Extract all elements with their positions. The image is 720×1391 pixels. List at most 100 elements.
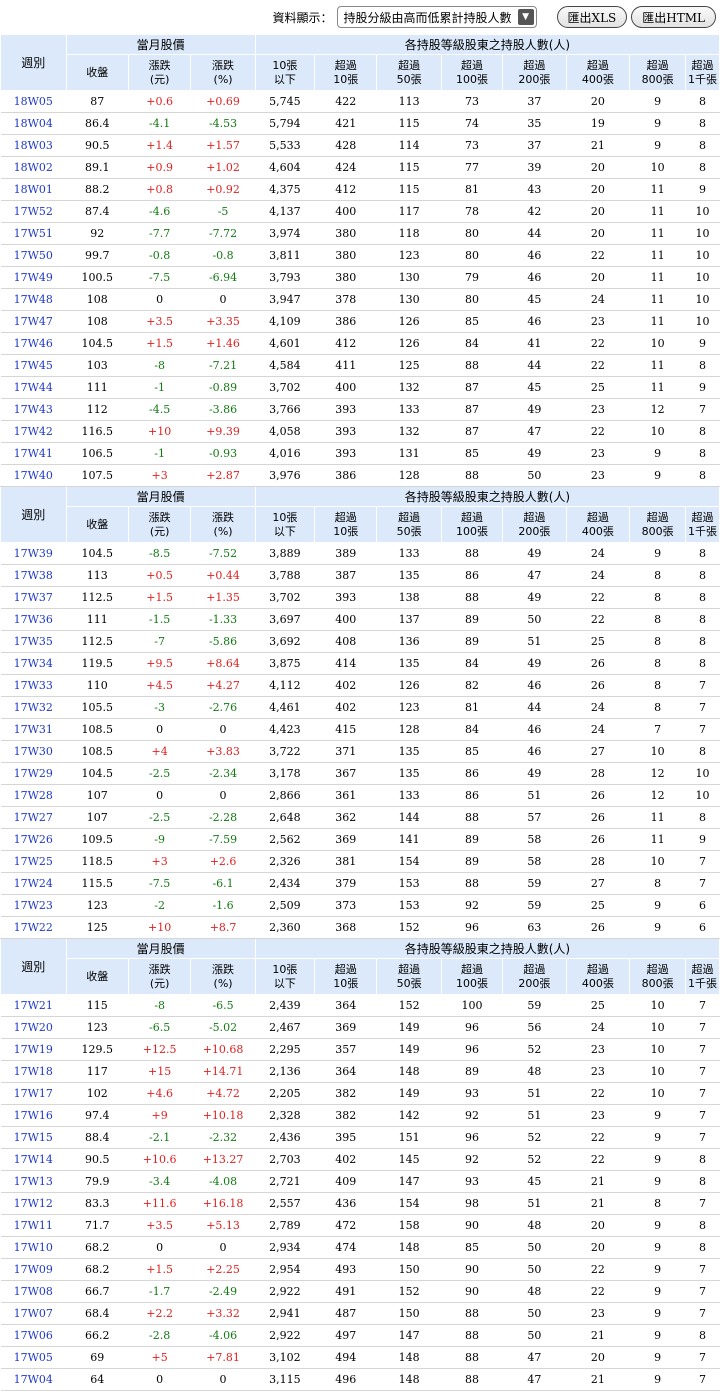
week-link-text[interactable]: 17W35 bbox=[14, 635, 53, 648]
week-link[interactable]: 17W06 bbox=[0, 1324, 67, 1347]
week-link[interactable]: 17W28 bbox=[0, 784, 67, 807]
week-link[interactable]: 17W45 bbox=[0, 354, 67, 377]
week-link-text[interactable]: 17W21 bbox=[14, 999, 53, 1012]
week-link-text[interactable]: 17W20 bbox=[14, 1021, 53, 1034]
week-link[interactable]: 17W38 bbox=[0, 564, 67, 587]
week-link-text[interactable]: 17W17 bbox=[14, 1087, 53, 1100]
week-link-text[interactable]: 17W16 bbox=[14, 1109, 53, 1122]
week-link-text[interactable]: 17W14 bbox=[14, 1153, 53, 1166]
week-link[interactable]: 17W32 bbox=[0, 696, 67, 719]
week-link-text[interactable]: 17W50 bbox=[14, 249, 53, 262]
week-link[interactable]: 18W03 bbox=[0, 134, 67, 157]
week-link[interactable]: 17W21 bbox=[0, 994, 67, 1017]
week-link[interactable]: 17W48 bbox=[0, 288, 67, 311]
week-link-text[interactable]: 18W04 bbox=[14, 117, 53, 130]
week-link-text[interactable]: 17W39 bbox=[14, 547, 53, 560]
week-link-text[interactable]: 17W44 bbox=[14, 381, 53, 394]
week-link[interactable]: 17W49 bbox=[0, 266, 67, 289]
week-link-text[interactable]: 17W13 bbox=[14, 1175, 53, 1188]
week-link-text[interactable]: 17W11 bbox=[14, 1219, 53, 1232]
week-link-text[interactable]: 17W41 bbox=[14, 447, 53, 460]
week-link[interactable]: 17W43 bbox=[0, 398, 67, 421]
week-link-text[interactable]: 17W42 bbox=[14, 425, 53, 438]
week-link-text[interactable]: 17W36 bbox=[14, 613, 53, 626]
week-link-text[interactable]: 17W43 bbox=[14, 403, 53, 416]
week-link[interactable]: 17W09 bbox=[0, 1258, 67, 1281]
week-link[interactable]: 18W02 bbox=[0, 156, 67, 179]
week-link-text[interactable]: 17W49 bbox=[14, 271, 53, 284]
week-link-text[interactable]: 18W02 bbox=[14, 161, 53, 174]
week-link[interactable]: 17W07 bbox=[0, 1302, 67, 1325]
week-link[interactable]: 17W33 bbox=[0, 674, 67, 697]
week-link[interactable]: 17W50 bbox=[0, 244, 67, 267]
week-link-text[interactable]: 17W45 bbox=[14, 359, 53, 372]
week-link-text[interactable]: 17W31 bbox=[14, 723, 53, 736]
week-link-text[interactable]: 17W04 bbox=[14, 1373, 53, 1386]
week-link[interactable]: 17W19 bbox=[0, 1038, 67, 1061]
week-link[interactable]: 17W14 bbox=[0, 1148, 67, 1171]
week-link[interactable]: 17W17 bbox=[0, 1082, 67, 1105]
week-link-text[interactable]: 17W46 bbox=[14, 337, 53, 350]
week-link-text[interactable]: 17W47 bbox=[14, 315, 53, 328]
week-link-text[interactable]: 17W52 bbox=[14, 205, 53, 218]
week-link[interactable]: 17W25 bbox=[0, 850, 67, 873]
week-link[interactable]: 17W42 bbox=[0, 420, 67, 443]
week-link-text[interactable]: 17W15 bbox=[14, 1131, 53, 1144]
week-link[interactable]: 17W04 bbox=[0, 1368, 67, 1391]
export-html-button[interactable]: 匯出HTML bbox=[631, 6, 716, 28]
week-link-text[interactable]: 17W26 bbox=[14, 833, 53, 846]
week-link[interactable]: 17W41 bbox=[0, 442, 67, 465]
week-link-text[interactable]: 17W05 bbox=[14, 1351, 53, 1364]
week-link-text[interactable]: 18W03 bbox=[14, 139, 53, 152]
week-link[interactable]: 17W39 bbox=[0, 542, 67, 565]
week-link[interactable]: 18W05 bbox=[0, 90, 67, 113]
week-link-text[interactable]: 17W40 bbox=[14, 469, 53, 482]
week-link[interactable]: 17W13 bbox=[0, 1170, 67, 1193]
week-link[interactable]: 17W08 bbox=[0, 1280, 67, 1303]
week-link-text[interactable]: 17W23 bbox=[14, 899, 53, 912]
week-link[interactable]: 18W04 bbox=[0, 112, 67, 135]
week-link[interactable]: 17W31 bbox=[0, 718, 67, 741]
week-link-text[interactable]: 17W32 bbox=[14, 701, 53, 714]
week-link[interactable]: 17W29 bbox=[0, 762, 67, 785]
week-link[interactable]: 17W47 bbox=[0, 310, 67, 333]
week-link[interactable]: 18W01 bbox=[0, 178, 67, 201]
week-link-text[interactable]: 17W51 bbox=[14, 227, 53, 240]
week-link-text[interactable]: 18W01 bbox=[14, 183, 53, 196]
week-link[interactable]: 17W37 bbox=[0, 586, 67, 609]
week-link-text[interactable]: 17W27 bbox=[14, 811, 53, 824]
week-link-text[interactable]: 17W29 bbox=[14, 767, 53, 780]
week-link-text[interactable]: 18W05 bbox=[14, 95, 53, 108]
export-xls-button[interactable]: 匯出XLS bbox=[556, 6, 628, 28]
week-link-text[interactable]: 17W33 bbox=[14, 679, 53, 692]
week-link[interactable]: 17W23 bbox=[0, 894, 67, 917]
week-link[interactable]: 17W51 bbox=[0, 222, 67, 245]
week-link-text[interactable]: 17W19 bbox=[14, 1043, 53, 1056]
week-link[interactable]: 17W52 bbox=[0, 200, 67, 223]
chevron-down-icon[interactable]: ▼ bbox=[517, 9, 534, 25]
week-link-text[interactable]: 17W18 bbox=[14, 1065, 53, 1078]
week-link[interactable]: 17W46 bbox=[0, 332, 67, 355]
week-link[interactable]: 17W30 bbox=[0, 740, 67, 763]
week-link[interactable]: 17W26 bbox=[0, 828, 67, 851]
week-link[interactable]: 17W36 bbox=[0, 608, 67, 631]
week-link[interactable]: 17W24 bbox=[0, 872, 67, 895]
week-link-text[interactable]: 17W07 bbox=[14, 1307, 53, 1320]
week-link-text[interactable]: 17W48 bbox=[14, 293, 53, 306]
week-link-text[interactable]: 17W37 bbox=[14, 591, 53, 604]
week-link[interactable]: 17W44 bbox=[0, 376, 67, 399]
week-link[interactable]: 17W05 bbox=[0, 1346, 67, 1369]
week-link[interactable]: 17W12 bbox=[0, 1192, 67, 1215]
display-mode-select[interactable]: 持股分級由高而低累計持股人數 ▼ bbox=[336, 6, 537, 28]
week-link[interactable]: 17W20 bbox=[0, 1016, 67, 1039]
week-link-text[interactable]: 17W24 bbox=[14, 877, 53, 890]
week-link-text[interactable]: 17W25 bbox=[14, 855, 53, 868]
week-link-text[interactable]: 17W22 bbox=[14, 921, 53, 934]
week-link-text[interactable]: 17W34 bbox=[14, 657, 53, 670]
week-link[interactable]: 17W34 bbox=[0, 652, 67, 675]
week-link-text[interactable]: 17W38 bbox=[14, 569, 53, 582]
week-link[interactable]: 17W18 bbox=[0, 1060, 67, 1083]
week-link[interactable]: 17W10 bbox=[0, 1236, 67, 1259]
week-link[interactable]: 17W35 bbox=[0, 630, 67, 653]
week-link[interactable]: 17W27 bbox=[0, 806, 67, 829]
